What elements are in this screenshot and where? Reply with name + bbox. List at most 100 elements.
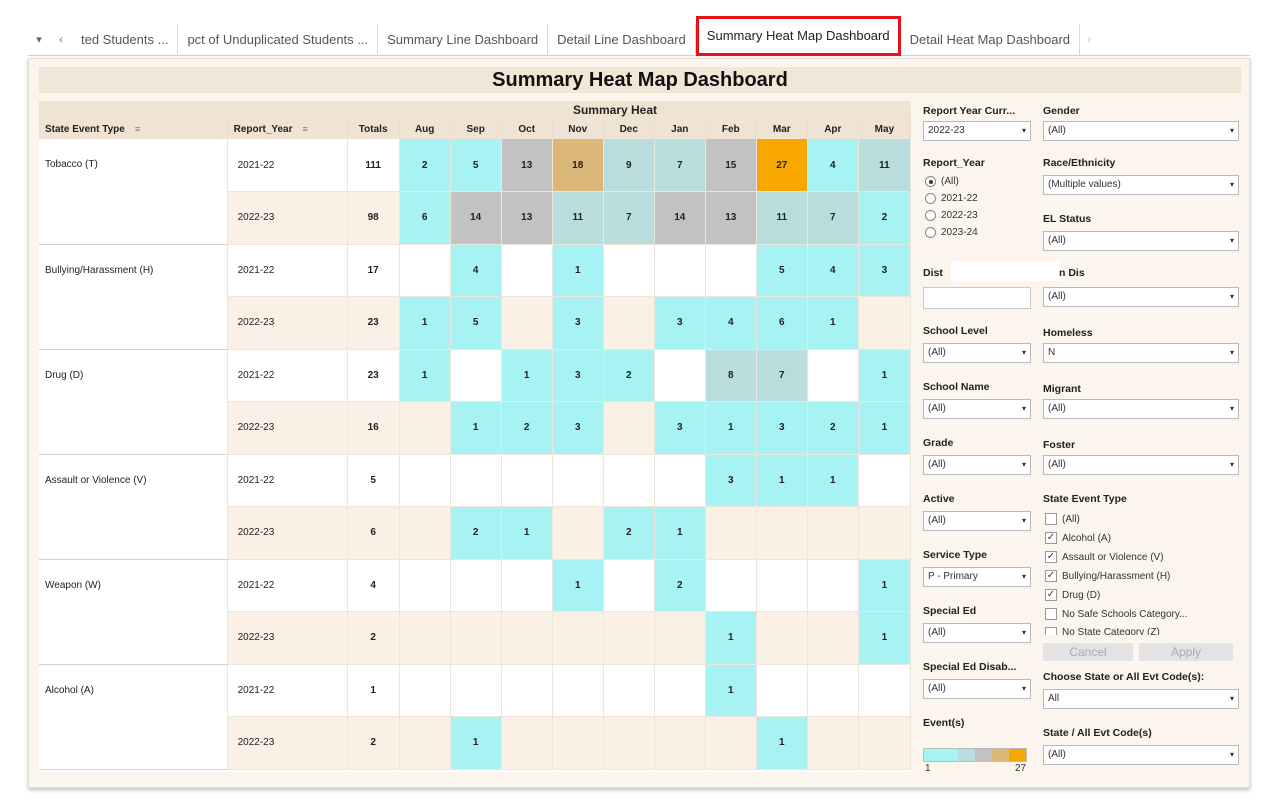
event-type-option[interactable]: ✓ Alcohol (A) bbox=[1045, 532, 1111, 544]
heat-cell[interactable] bbox=[705, 559, 757, 612]
foster-select[interactable]: (All) ▾ bbox=[1043, 455, 1239, 475]
checkbox-icon[interactable] bbox=[1045, 608, 1057, 620]
heat-cell[interactable]: 14 bbox=[450, 191, 502, 245]
heat-cell[interactable] bbox=[603, 244, 655, 297]
heat-cell[interactable] bbox=[756, 611, 808, 665]
heat-cell[interactable]: 1 bbox=[858, 611, 912, 665]
checkbox-icon[interactable] bbox=[1045, 513, 1057, 525]
heat-cell[interactable]: 1 bbox=[450, 716, 502, 770]
heat-cell[interactable] bbox=[654, 611, 706, 665]
heat-cell[interactable]: 2 bbox=[603, 506, 655, 560]
cancel-button[interactable]: Cancel bbox=[1043, 643, 1133, 661]
heat-cell[interactable] bbox=[858, 506, 912, 560]
heat-cell[interactable] bbox=[807, 559, 859, 612]
heat-cell[interactable] bbox=[450, 349, 502, 402]
heat-cell[interactable] bbox=[501, 611, 553, 665]
heat-cell[interactable]: 1 bbox=[552, 244, 604, 297]
radio-report-year-2022-23[interactable]: 2022-23 bbox=[925, 210, 978, 221]
checkbox-checked-icon[interactable]: ✓ bbox=[1045, 551, 1057, 563]
heat-cell[interactable]: 13 bbox=[501, 139, 553, 192]
heat-cell[interactable] bbox=[603, 559, 655, 612]
choose-code-select[interactable]: All ▾ bbox=[1043, 689, 1239, 709]
heat-cell[interactable] bbox=[705, 244, 757, 297]
heat-cell[interactable] bbox=[501, 664, 553, 717]
heat-cell[interactable]: 13 bbox=[501, 191, 553, 245]
heat-cell[interactable]: 1 bbox=[858, 401, 912, 455]
heat-cell[interactable] bbox=[399, 401, 451, 455]
heat-cell[interactable]: 1 bbox=[399, 349, 451, 402]
heat-cell[interactable] bbox=[399, 244, 451, 297]
heat-cell[interactable]: 3 bbox=[552, 349, 604, 402]
heat-cell[interactable]: 3 bbox=[654, 296, 706, 350]
heat-cell[interactable]: 1 bbox=[858, 559, 912, 612]
heat-cell[interactable]: 1 bbox=[552, 559, 604, 612]
heat-cell[interactable]: 1 bbox=[705, 611, 757, 665]
heat-cell[interactable] bbox=[399, 716, 451, 770]
service-type-select[interactable]: P - Primary ▾ bbox=[923, 567, 1031, 587]
heat-cell[interactable] bbox=[705, 506, 757, 560]
heat-cell[interactable]: 2 bbox=[450, 506, 502, 560]
heat-cell[interactable] bbox=[450, 559, 502, 612]
heat-cell[interactable]: 5 bbox=[450, 139, 502, 192]
school-name-select[interactable]: (All) ▾ bbox=[923, 399, 1031, 419]
tab-pct-unduplicated[interactable]: pct of Unduplicated Students ... bbox=[178, 23, 379, 56]
state-all-codes-select[interactable]: (All) ▾ bbox=[1043, 745, 1239, 765]
heat-cell[interactable]: 3 bbox=[858, 244, 912, 297]
heat-cell[interactable] bbox=[603, 611, 655, 665]
heat-cell[interactable] bbox=[858, 716, 912, 770]
heat-cell[interactable]: 2 bbox=[807, 401, 859, 455]
heat-cell[interactable]: 2 bbox=[654, 559, 706, 612]
homeless-select[interactable]: N ▾ bbox=[1043, 343, 1239, 363]
heat-cell[interactable] bbox=[399, 664, 451, 717]
heat-cell[interactable] bbox=[603, 716, 655, 770]
heat-cell[interactable]: 1 bbox=[807, 454, 859, 507]
heat-cell[interactable]: 3 bbox=[552, 296, 604, 350]
checkbox-checked-icon[interactable]: ✓ bbox=[1045, 589, 1057, 601]
heat-cell[interactable]: 2 bbox=[603, 349, 655, 402]
checkbox-icon[interactable] bbox=[1045, 627, 1057, 635]
district-select[interactable]: (All) ▾ bbox=[1043, 287, 1239, 307]
heat-cell[interactable] bbox=[807, 611, 859, 665]
heat-cell[interactable]: 1 bbox=[756, 716, 808, 770]
heat-cell[interactable]: 7 bbox=[654, 139, 706, 192]
heat-cell[interactable]: 3 bbox=[705, 454, 757, 507]
tab-summary-line[interactable]: Summary Line Dashboard bbox=[378, 23, 549, 56]
heat-cell[interactable]: 4 bbox=[807, 139, 859, 192]
heat-cell[interactable] bbox=[552, 506, 604, 560]
tab-summary-heat-map[interactable]: Summary Heat Map Dashboard bbox=[695, 15, 901, 56]
heat-cell[interactable]: 14 bbox=[654, 191, 706, 245]
heat-cell[interactable] bbox=[756, 506, 808, 560]
heat-cell[interactable]: 3 bbox=[756, 401, 808, 455]
heat-cell[interactable]: 1 bbox=[756, 454, 808, 507]
heat-cell[interactable]: 11 bbox=[858, 139, 912, 192]
heat-cell[interactable] bbox=[603, 664, 655, 717]
active-select[interactable]: (All) ▾ bbox=[923, 511, 1031, 531]
heat-cell[interactable] bbox=[552, 611, 604, 665]
apply-button[interactable]: Apply bbox=[1139, 643, 1233, 661]
heat-cell[interactable]: 8 bbox=[705, 349, 757, 402]
report-year-curr-select[interactable]: 2022-23 ▾ bbox=[923, 121, 1031, 141]
heat-cell[interactable]: 1 bbox=[705, 401, 757, 455]
heat-cell[interactable] bbox=[807, 506, 859, 560]
heat-cell[interactable] bbox=[654, 349, 706, 402]
tab-dropdown-icon[interactable]: ▾ bbox=[28, 24, 50, 56]
school-level-select[interactable]: (All) ▾ bbox=[923, 343, 1031, 363]
heat-cell[interactable] bbox=[501, 244, 553, 297]
special-ed-disab-select[interactable]: (All) ▾ bbox=[923, 679, 1031, 699]
tab-detail-line[interactable]: Detail Line Dashboard bbox=[548, 23, 696, 56]
checkbox-checked-icon[interactable]: ✓ bbox=[1045, 532, 1057, 544]
heat-cell[interactable]: 3 bbox=[552, 401, 604, 455]
heat-cell[interactable]: 13 bbox=[705, 191, 757, 245]
heat-cell[interactable]: 6 bbox=[399, 191, 451, 245]
heat-cell[interactable] bbox=[450, 664, 502, 717]
heat-cell[interactable]: 11 bbox=[756, 191, 808, 245]
heat-cell[interactable]: 1 bbox=[450, 401, 502, 455]
col-header-year[interactable]: Report_Year ≡ bbox=[227, 119, 348, 139]
event-type-option[interactable]: (All) bbox=[1045, 513, 1080, 525]
heat-cell[interactable] bbox=[552, 664, 604, 717]
migrant-select[interactable]: (All) ▾ bbox=[1043, 399, 1239, 419]
heat-cell[interactable] bbox=[450, 611, 502, 665]
sort-icon[interactable]: ≡ bbox=[303, 124, 308, 134]
heat-cell[interactable] bbox=[501, 454, 553, 507]
heat-cell[interactable] bbox=[654, 244, 706, 297]
